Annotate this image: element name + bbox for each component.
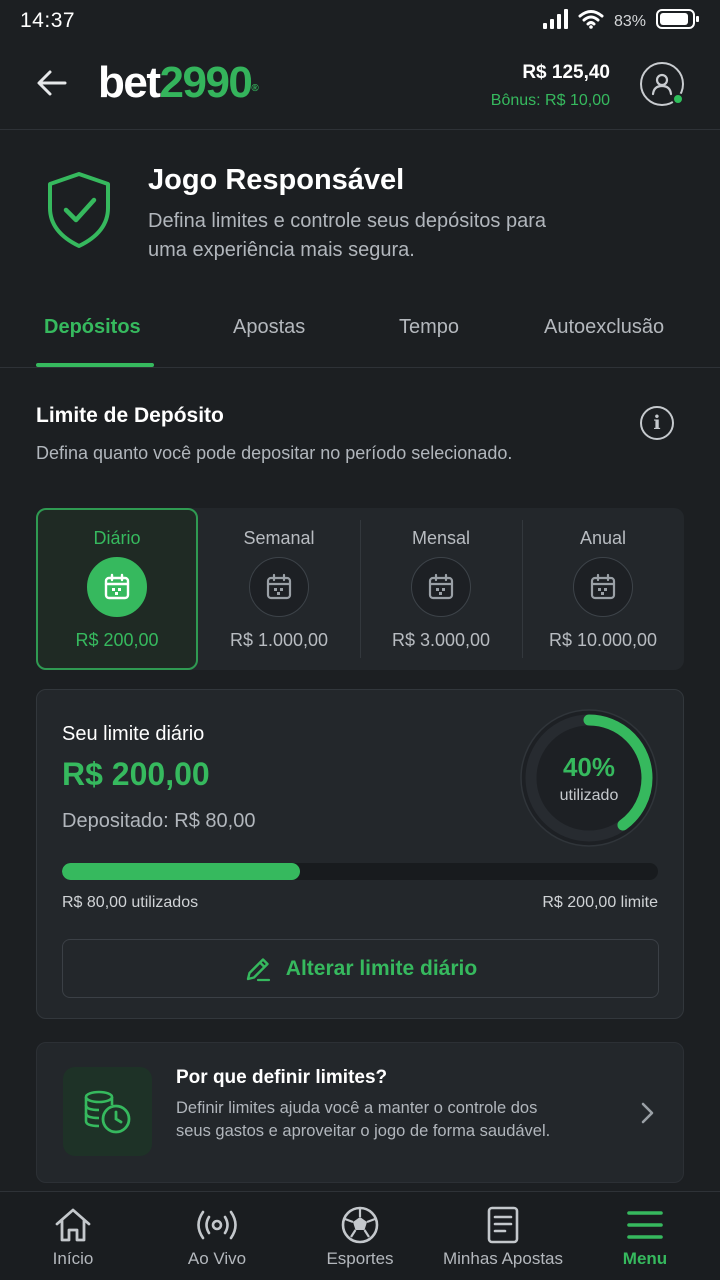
- logo-text-bet: bet: [98, 58, 161, 107]
- why-limits-card[interactable]: Por que definir limites? Definir limites…: [36, 1042, 684, 1183]
- nav-label: Início: [52, 1249, 94, 1268]
- pencil-icon: [246, 957, 270, 981]
- tab-apostas[interactable]: Apostas: [233, 316, 305, 339]
- tab-tempo[interactable]: Tempo: [399, 316, 459, 339]
- period-amount: R$ 200,00: [75, 630, 159, 650]
- tab-bar: Depósitos Apostas Tempo Autoexclusão: [0, 300, 720, 368]
- section-title: Limite de Depósito: [36, 404, 224, 427]
- battery-percent: 83%: [613, 12, 646, 30]
- bottom-navigation: Início Ao Vivo Esportes Minhas Apostas M…: [0, 1191, 720, 1280]
- edit-daily-limit-button[interactable]: Alterar limite diário: [62, 939, 659, 998]
- user-icon: [651, 73, 673, 96]
- active-tab-indicator: [36, 363, 154, 367]
- balance-amount: R$ 125,40: [522, 62, 610, 83]
- daily-limit-card: Seu limite diário R$ 200,00 Depositado: …: [36, 689, 684, 1019]
- tab-depositos[interactable]: Depósitos: [44, 316, 141, 339]
- period-option-anual[interactable]: Anual R$ 10.000,00: [522, 508, 684, 670]
- calendar-icon: [87, 557, 147, 617]
- wifi-icon: [578, 9, 604, 34]
- why-limits-description: Definir limites ajuda você a manter o co…: [176, 1099, 551, 1140]
- edit-daily-limit-label: Alterar limite diário: [285, 956, 478, 980]
- period-label: Semanal: [243, 528, 315, 548]
- section-description: Defina quanto você pode depositar no per…: [36, 443, 513, 463]
- user-avatar-button[interactable]: [640, 62, 684, 106]
- used-amount-text: R$ 80,00 utilizados: [62, 894, 199, 911]
- arrow-left-icon: [37, 70, 67, 96]
- status-indicators: 83%: [542, 8, 700, 35]
- signal-icon: [542, 9, 568, 34]
- back-button[interactable]: [30, 66, 74, 100]
- usage-progress-fill: [62, 863, 301, 880]
- why-limits-title: Por que definir limites?: [176, 1067, 388, 1088]
- nav-inicio[interactable]: Início: [42, 1192, 104, 1280]
- period-selector: Diário R$ 200,00 Semanal R$ 1.000,00 Men…: [36, 508, 684, 670]
- limit-amount-text: R$ 200,00 limite: [542, 894, 658, 911]
- registered-mark: ®: [251, 83, 258, 94]
- nav-label: Ao Vivo: [187, 1249, 247, 1268]
- period-amount: R$ 3.000,00: [391, 630, 491, 650]
- home-icon: [53, 1206, 93, 1244]
- calendar-icon: [249, 557, 309, 617]
- menu-icon: [626, 1206, 664, 1244]
- shield-check-icon: [44, 170, 114, 255]
- status-bar: 14:37 83%: [0, 0, 720, 40]
- deposited-amount: Depositado: R$ 80,00: [62, 810, 256, 832]
- info-icon[interactable]: i: [640, 406, 674, 440]
- usage-percent-label: utilizado: [559, 787, 619, 804]
- nav-menu[interactable]: Menu: [610, 1192, 680, 1280]
- nav-label: Esportes: [326, 1249, 394, 1268]
- page-title: Jogo Responsável: [148, 164, 405, 196]
- period-option-mensal[interactable]: Mensal R$ 3.000,00: [360, 508, 522, 670]
- chevron-right-icon: [639, 1101, 655, 1130]
- soccer-ball-icon: [340, 1206, 380, 1244]
- logo-text-number: 2990: [159, 58, 253, 107]
- usage-ring: 40% utilizado: [519, 708, 659, 848]
- usage-progress-bar: [62, 863, 658, 880]
- online-status-dot: [672, 93, 684, 105]
- nav-ao-vivo[interactable]: Ao Vivo: [177, 1192, 257, 1280]
- coins-clock-icon: [63, 1067, 152, 1156]
- period-amount: R$ 10.000,00: [548, 630, 658, 650]
- nav-esportes[interactable]: Esportes: [318, 1192, 402, 1280]
- period-amount: R$ 1.000,00: [229, 630, 329, 650]
- brand-logo[interactable]: bet2990®: [98, 58, 259, 108]
- app-header: bet2990® R$ 125,40 Bônus: R$ 10,00: [0, 40, 720, 130]
- nav-label: Minhas Apostas: [442, 1249, 563, 1268]
- period-label: Mensal: [411, 528, 471, 548]
- usage-percent: 40%: [562, 752, 616, 782]
- bet-slip-icon: [486, 1206, 520, 1244]
- calendar-icon: [411, 557, 471, 617]
- status-time: 14:37: [20, 9, 76, 32]
- balance-display[interactable]: R$ 125,40 Bônus: R$ 10,00: [491, 62, 610, 110]
- live-icon: [195, 1206, 239, 1244]
- limit-amount: R$ 200,00: [62, 756, 210, 792]
- battery-icon: [656, 8, 700, 35]
- limit-label: Seu limite diário: [62, 723, 205, 745]
- page-description: Defina limites e controle seus depósitos…: [148, 210, 546, 261]
- period-label: Anual: [579, 528, 627, 548]
- bonus-amount: Bônus: R$ 10,00: [490, 92, 610, 109]
- tab-autoexclusao[interactable]: Autoexclusão: [544, 316, 664, 339]
- period-option-semanal[interactable]: Semanal R$ 1.000,00: [198, 508, 360, 670]
- calendar-icon: [573, 557, 633, 617]
- nav-label: Menu: [622, 1249, 668, 1268]
- nav-minhas-apostas[interactable]: Minhas Apostas: [438, 1192, 568, 1280]
- period-label: Diário: [93, 528, 141, 548]
- period-option-diario[interactable]: Diário R$ 200,00: [36, 508, 198, 670]
